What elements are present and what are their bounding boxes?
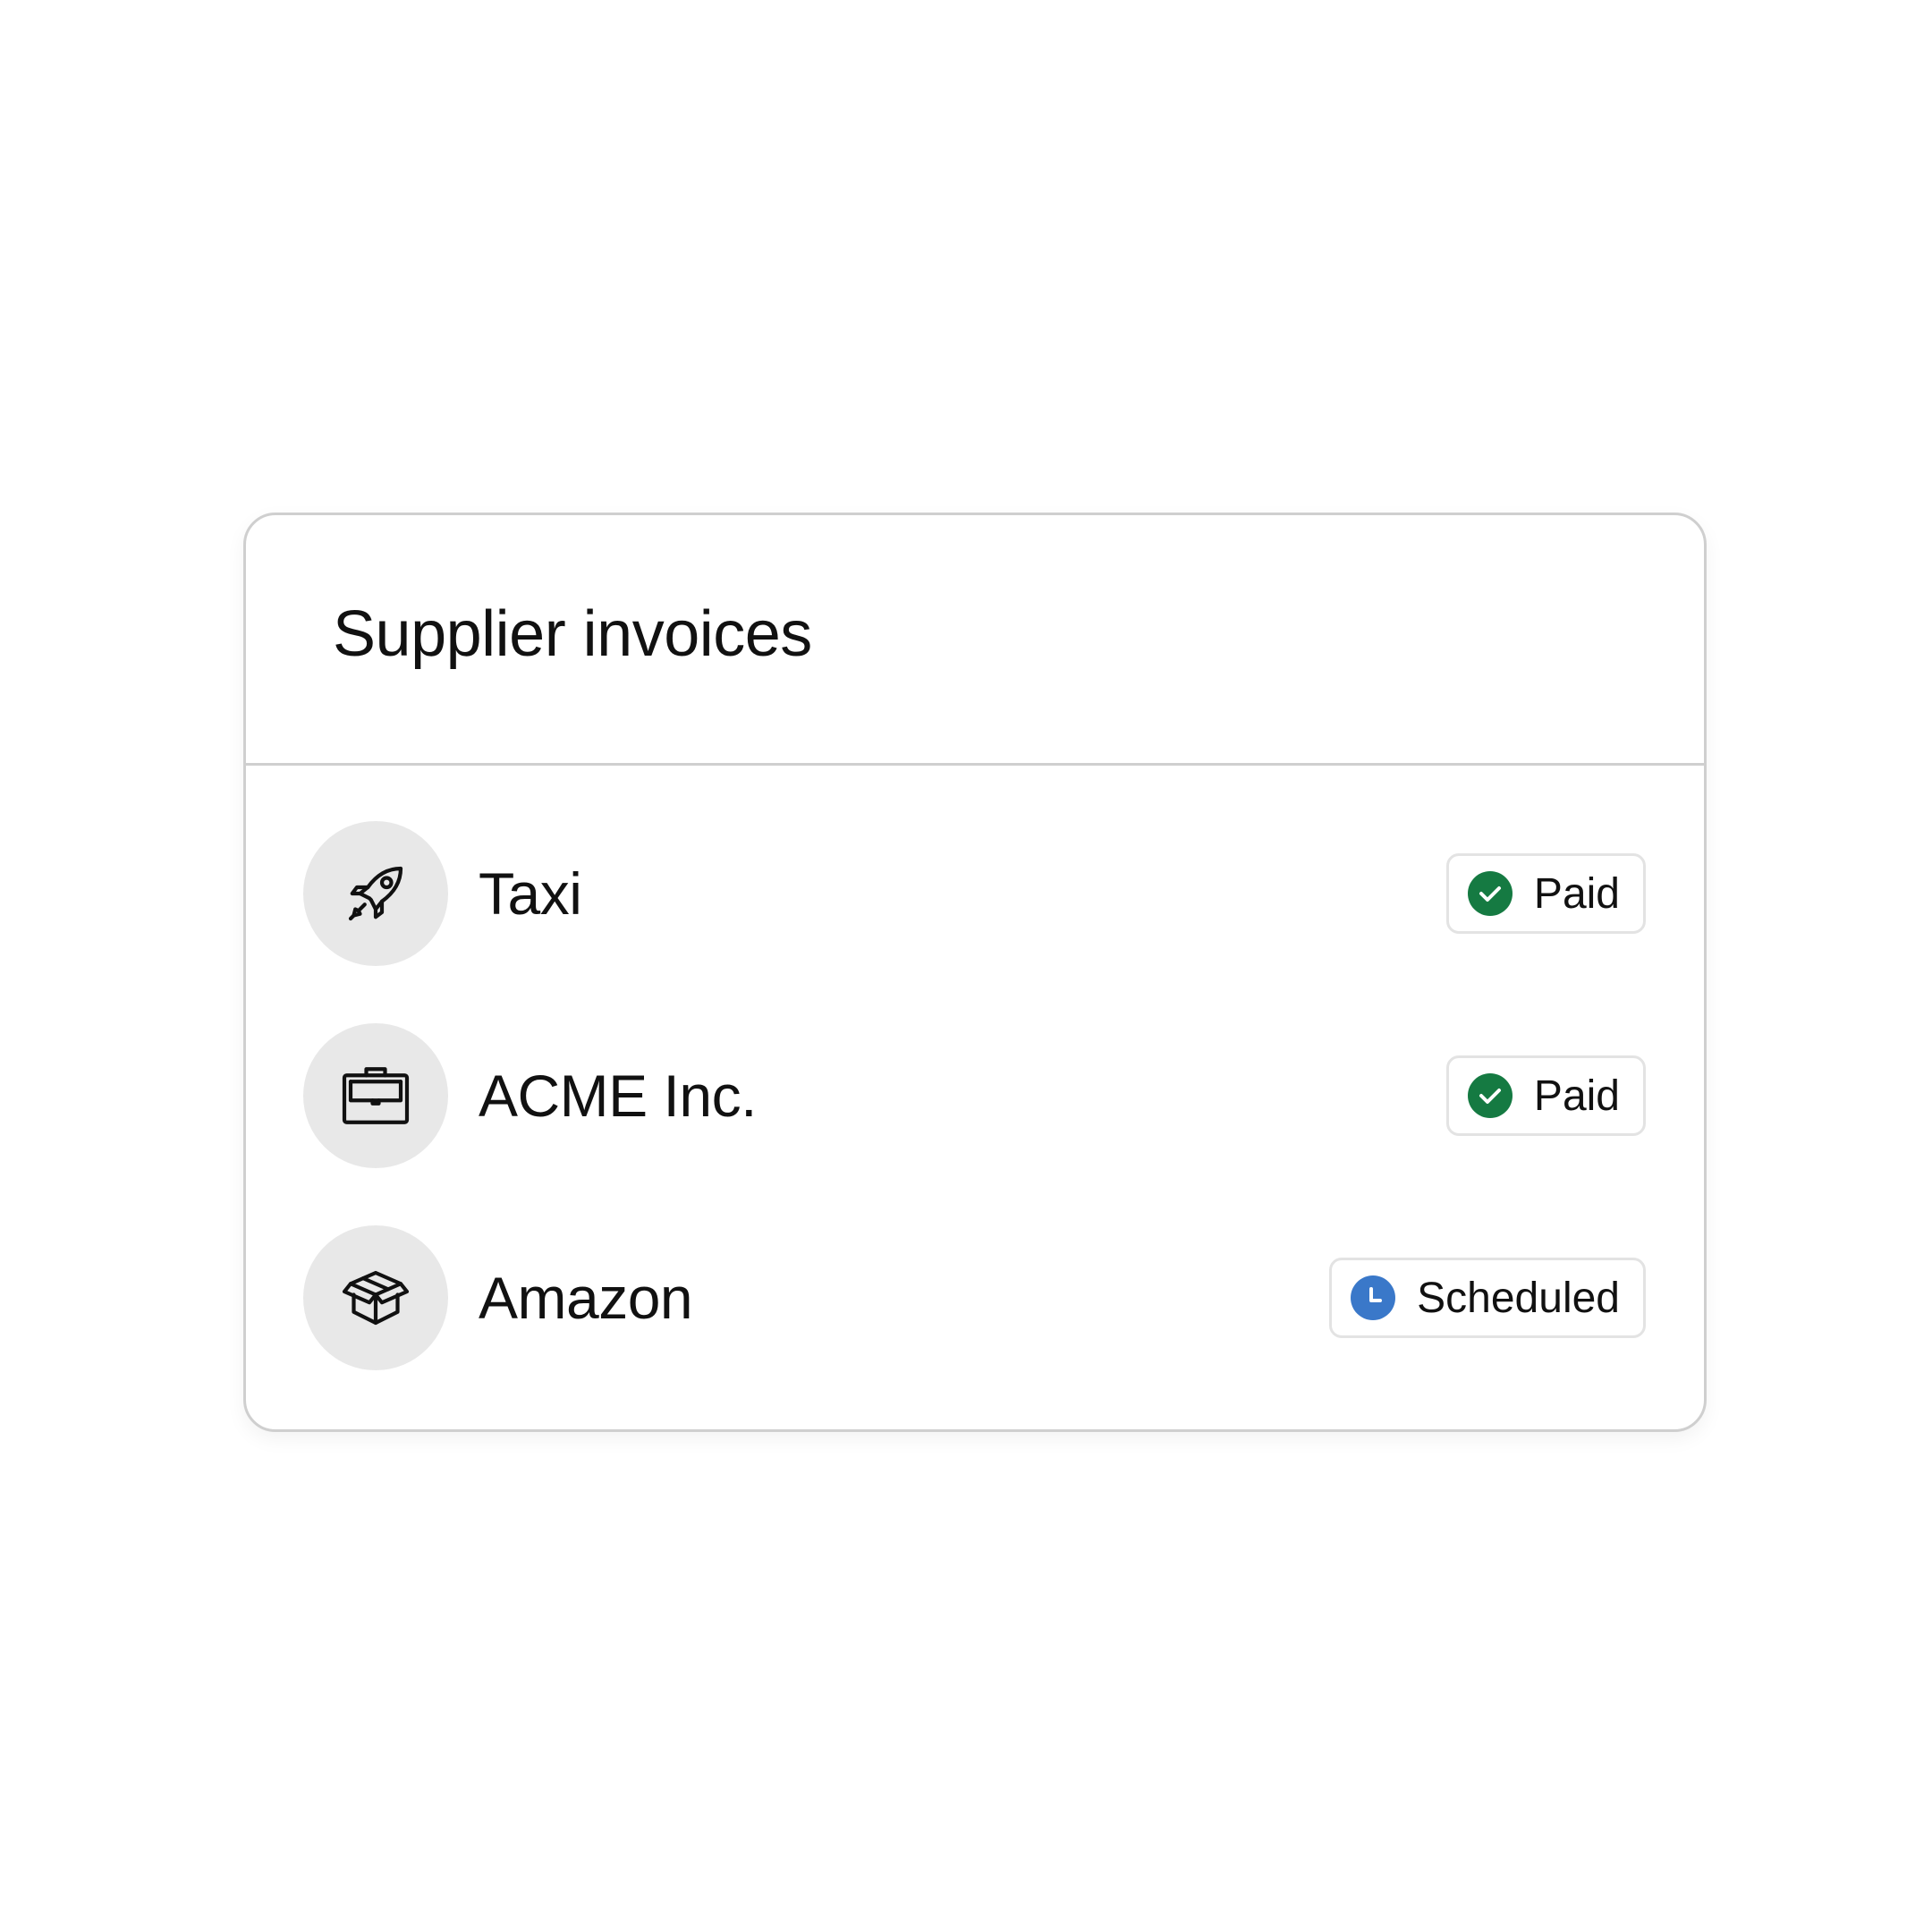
clock-icon — [1351, 1275, 1396, 1320]
briefcase-icon — [342, 1067, 410, 1124]
status-badge: Paid — [1445, 1055, 1646, 1136]
check-circle-icon — [1467, 871, 1513, 916]
invoice-list: Taxi Paid ACME Inc. Paid Amazon Schedule… — [246, 766, 1704, 1370]
invoice-row-acme[interactable]: ACME Inc. Paid — [246, 1023, 1704, 1168]
status-label: Paid — [1533, 1072, 1620, 1120]
invoice-row-amazon[interactable]: Amazon Scheduled — [246, 1225, 1704, 1370]
supplier-invoices-card: Supplier invoices Taxi Paid ACME Inc. Pa… — [243, 513, 1707, 1432]
status-label: Paid — [1533, 869, 1620, 918]
status-badge: Scheduled — [1329, 1258, 1646, 1338]
supplier-avatar — [303, 1023, 448, 1168]
card-title: Supplier invoices — [333, 597, 812, 670]
supplier-avatar — [303, 821, 448, 966]
card-header: Supplier invoices — [246, 515, 1704, 766]
supplier-avatar — [303, 1225, 448, 1370]
status-label: Scheduled — [1417, 1274, 1620, 1322]
check-circle-icon — [1467, 1073, 1513, 1118]
box-icon — [342, 1270, 410, 1326]
status-badge: Paid — [1445, 853, 1646, 934]
supplier-name: Amazon — [479, 1265, 693, 1331]
invoice-row-taxi[interactable]: Taxi Paid — [246, 821, 1704, 966]
supplier-name: ACME Inc. — [479, 1063, 757, 1129]
supplier-name: Taxi — [479, 860, 582, 927]
rocket-icon — [348, 866, 403, 921]
